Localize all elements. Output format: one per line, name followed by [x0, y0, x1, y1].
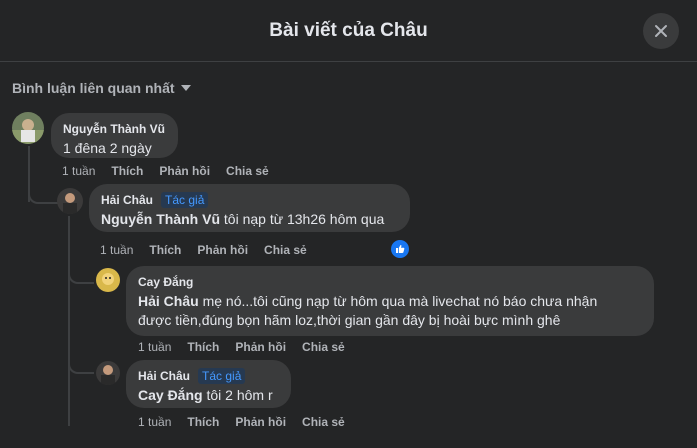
- avatar[interactable]: [96, 268, 120, 292]
- comment-text: Hải Châu mẹ nó...tôi cũng nạp từ hôm qua…: [138, 293, 598, 328]
- comment-author[interactable]: Cay Đắng: [138, 274, 193, 290]
- mention-link[interactable]: Cay Đắng: [138, 387, 203, 403]
- mention-link[interactable]: Nguyễn Thành Vũ: [101, 211, 220, 227]
- author-badge: Tác giả: [161, 192, 209, 208]
- avatar-photo: [12, 112, 44, 144]
- comment-time[interactable]: 1 tuần: [62, 164, 95, 178]
- comment-text: 1 đêna 2 ngày: [63, 140, 152, 156]
- mention-link[interactable]: Hải Châu: [138, 293, 199, 309]
- comment-bubble: Hải Châu Tác giả Nguyễn Thành Vũ tôi nạp…: [89, 184, 410, 232]
- dialog-title: Bài viết của Châu: [269, 20, 428, 41]
- comment-actions: 1 tuần Thích Phản hồi Chia sẻ: [138, 340, 345, 354]
- comment-time[interactable]: 1 tuần: [138, 415, 171, 429]
- author-badge: Tác giả: [198, 368, 246, 384]
- share-button[interactable]: Chia sẻ: [226, 164, 269, 178]
- comment-bubble: Hải Châu Tác giả Cay Đắng tôi 2 hôm r: [126, 360, 291, 408]
- thread-connector: [28, 188, 58, 204]
- comment-bubble: Cay Đắng Hải Châu mẹ nó...tôi cũng nạp t…: [126, 266, 654, 336]
- thread-connector: [68, 358, 94, 374]
- reply-button[interactable]: Phản hồi: [197, 243, 248, 257]
- comment-text: Nguyễn Thành Vũ tôi nạp từ 13h26 hôm qua: [101, 211, 385, 227]
- comment-actions: 1 tuần Thích Phản hồi Chia sẻ: [100, 243, 307, 257]
- comment-time[interactable]: 1 tuần: [138, 340, 171, 354]
- thread-connector: [68, 268, 94, 284]
- avatar-photo: [96, 361, 120, 385]
- comment-author[interactable]: Hải Châu: [138, 368, 190, 384]
- close-icon: [655, 25, 667, 37]
- avatar-photo: [57, 188, 83, 214]
- like-button[interactable]: Thích: [111, 164, 143, 178]
- share-button[interactable]: Chia sẻ: [264, 243, 307, 257]
- like-reaction-icon[interactable]: [391, 240, 409, 258]
- avatar-photo: [96, 268, 120, 292]
- reply-button[interactable]: Phản hồi: [159, 164, 210, 178]
- comment-time[interactable]: 1 tuần: [100, 243, 133, 257]
- avatar[interactable]: [96, 361, 120, 385]
- like-button[interactable]: Thích: [187, 340, 219, 354]
- caret-down-icon: [180, 85, 191, 91]
- comment-actions: 1 tuần Thích Phản hồi Chia sẻ: [62, 164, 269, 178]
- sort-dropdown[interactable]: Bình luận liên quan nhất: [12, 80, 191, 96]
- like-button[interactable]: Thích: [149, 243, 181, 257]
- comment-text: Cay Đắng tôi 2 hôm r: [138, 387, 273, 403]
- comment-author[interactable]: Nguyễn Thành Vũ: [63, 121, 165, 137]
- share-button[interactable]: Chia sẻ: [302, 340, 345, 354]
- close-button[interactable]: [643, 13, 679, 49]
- like-button[interactable]: Thích: [187, 415, 219, 429]
- thread-line: [68, 216, 70, 426]
- avatar[interactable]: [12, 112, 44, 144]
- dialog-header: Bài viết của Châu: [0, 0, 697, 62]
- comment-bubble: Nguyễn Thành Vũ 1 đêna 2 ngày: [51, 113, 178, 158]
- reply-button[interactable]: Phản hồi: [235, 340, 286, 354]
- reply-button[interactable]: Phản hồi: [235, 415, 286, 429]
- avatar[interactable]: [57, 188, 83, 214]
- share-button[interactable]: Chia sẻ: [302, 415, 345, 429]
- comment-author[interactable]: Hải Châu: [101, 192, 153, 208]
- comment-actions: 1 tuần Thích Phản hồi Chia sẻ: [138, 415, 345, 429]
- sort-label: Bình luận liên quan nhất: [12, 80, 175, 96]
